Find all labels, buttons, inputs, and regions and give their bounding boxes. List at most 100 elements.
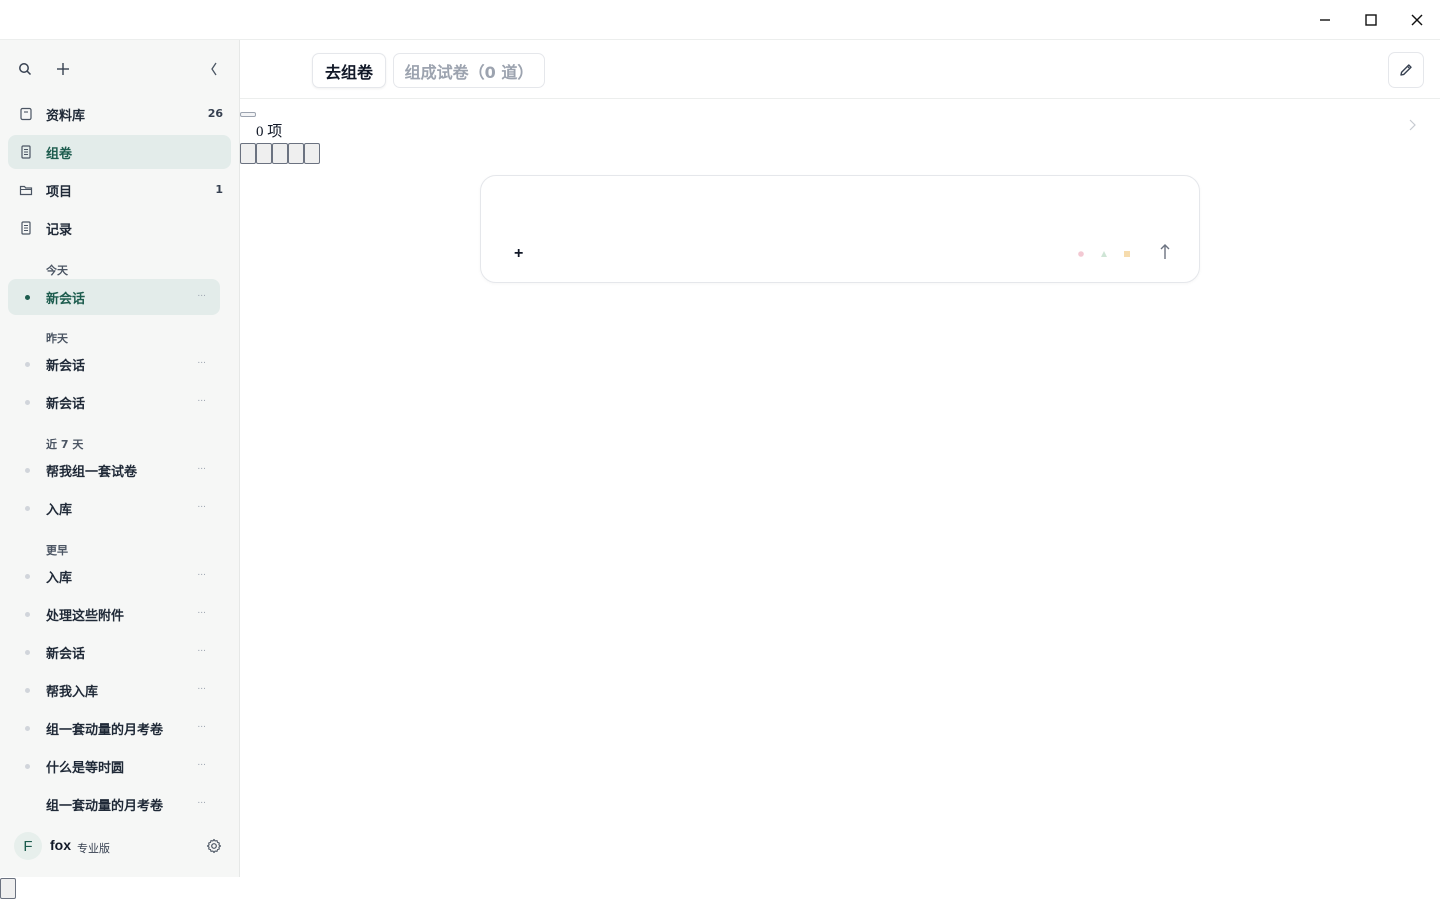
chat-composer[interactable]: +: [480, 175, 1200, 283]
group-label-today: 今天: [46, 264, 68, 277]
status-square-icon: [1124, 251, 1130, 257]
placeholder-button[interactable]: [304, 143, 320, 164]
edit-button[interactable]: [1388, 52, 1424, 88]
document-icon: [18, 220, 34, 236]
more-options-button[interactable]: ...: [197, 356, 206, 366]
chat-dot: [25, 295, 30, 300]
nav-item-records[interactable]: 记录: [8, 211, 231, 245]
minimize-button[interactable]: [1302, 0, 1348, 40]
user-panel[interactable]: F fox 专业版: [0, 822, 240, 868]
chat-label: 组一套动量的月考卷: [46, 799, 164, 814]
placeholder-button[interactable]: [288, 143, 304, 164]
gear-icon: [206, 838, 222, 854]
nav-count: 26: [207, 107, 223, 120]
chat-item[interactable]: 帮我组一套试卷 ...: [8, 452, 220, 488]
chat-dot: [25, 574, 30, 579]
chat-item[interactable]: 处理这些附件 ...: [8, 596, 220, 632]
close-icon: [1411, 14, 1423, 26]
chat-item[interactable]: 帮我入库 ...: [8, 672, 220, 708]
chat-item[interactable]: 入库 ...: [8, 558, 220, 594]
chevron-right-icon: [1409, 119, 1416, 131]
chat-label: 什么是等时圆: [46, 761, 125, 776]
placeholder-button[interactable]: [256, 143, 272, 164]
placeholder-buttons: [240, 143, 320, 164]
more-options-button[interactable]: ...: [197, 758, 206, 768]
library-icon: [18, 106, 34, 122]
collapse-sidebar-icon: [211, 62, 217, 76]
more-options-button[interactable]: ...: [197, 682, 206, 692]
status-triangle-icon: [1101, 251, 1107, 257]
sidebar-toolbar: [0, 40, 240, 96]
group-label-earlier: 更早: [46, 544, 68, 557]
tab-assembled-paper[interactable]: 组成试卷（0 道）: [393, 53, 545, 88]
nav-item-projects[interactable]: 项目 1: [8, 173, 231, 207]
nav-item-library[interactable]: 资料库 26: [8, 97, 231, 131]
document-icon: [18, 144, 34, 160]
chat-dot: [25, 468, 30, 473]
chat-label: 新会话: [46, 359, 86, 374]
chat-item[interactable]: 新会话 ...: [8, 634, 220, 670]
placeholder-button[interactable]: [240, 143, 256, 164]
collapse-panel-button[interactable]: [1404, 116, 1420, 134]
chat-dot: [25, 362, 30, 367]
settings-button[interactable]: [204, 836, 224, 856]
chat-item[interactable]: 新会话 ...: [8, 279, 220, 315]
more-options-button[interactable]: ...: [197, 568, 206, 578]
chat-item[interactable]: 什么是等时圆 ...: [8, 748, 220, 784]
more-options-button[interactable]: ...: [197, 394, 206, 404]
nav-count: 1: [215, 183, 223, 196]
maximize-button[interactable]: [1348, 0, 1394, 40]
chat-item[interactable]: 组一套动量的月考卷 ...: [8, 710, 220, 746]
more-options-button[interactable]: ...: [197, 462, 206, 472]
chat-dot: [25, 764, 30, 769]
chat-label: 新会话: [46, 647, 86, 662]
chat-label: 入库: [46, 503, 73, 518]
chat-item[interactable]: 组一套动量的月考卷 ...: [8, 786, 220, 816]
collapse-sidebar-button[interactable]: [203, 58, 225, 80]
placeholder-button[interactable]: [272, 143, 288, 164]
nav-item-compose-paper[interactable]: 组卷: [8, 135, 231, 169]
chat-dot: [25, 400, 30, 405]
more-options-button[interactable]: ...: [197, 500, 206, 510]
chat-label: 处理这些附件: [46, 609, 125, 624]
search-button[interactable]: [14, 58, 36, 80]
unstyled-button[interactable]: [240, 112, 256, 117]
sidebar: 资料库 26 组卷 项目 1 记录 今天 新会话 ... 昨天 新会话 ... …: [0, 40, 240, 877]
more-options-button[interactable]: ...: [197, 606, 206, 616]
chat-dot: [25, 612, 30, 617]
status-dot-icon: [1078, 251, 1084, 257]
nav-label: 项目: [46, 185, 73, 200]
arrow-up-icon: [1160, 244, 1170, 259]
chat-dot: [25, 688, 30, 693]
chat-item[interactable]: 新会话 ...: [8, 346, 220, 382]
nav-label: 记录: [46, 223, 73, 238]
send-button[interactable]: [1157, 242, 1173, 262]
main-header: 去组卷 组成试卷（0 道）: [240, 40, 1440, 99]
new-chat-button[interactable]: [52, 58, 74, 80]
close-button[interactable]: [1394, 0, 1440, 40]
more-options-button[interactable]: ...: [197, 644, 206, 654]
more-options-button[interactable]: ...: [197, 720, 206, 730]
avatar: F: [14, 832, 42, 860]
minimize-icon: [1320, 19, 1330, 21]
nav-label: 组卷: [46, 147, 73, 162]
chat-item[interactable]: 入库 ...: [8, 490, 220, 526]
item-count: 0 项: [256, 124, 283, 140]
folder-icon: [18, 182, 34, 198]
chat-dot: [25, 726, 30, 731]
placeholder-button[interactable]: [0, 878, 16, 899]
chat-label: 帮我组一套试卷: [46, 465, 138, 480]
more-options-button[interactable]: ...: [197, 796, 206, 806]
tab-compose[interactable]: 去组卷: [312, 53, 386, 88]
pencil-icon: [1400, 64, 1412, 76]
maximize-icon: [1365, 14, 1377, 26]
group-label-last-7-days: 近 7 天: [46, 438, 84, 451]
chat-dot: [25, 650, 30, 655]
group-label-yesterday: 昨天: [46, 332, 68, 345]
attach-button[interactable]: +: [514, 245, 523, 263]
username: fox: [50, 837, 71, 853]
chat-dot: [25, 506, 30, 511]
chat-item[interactable]: 新会话 ...: [8, 384, 220, 420]
chat-label: 入库: [46, 571, 73, 586]
more-options-button[interactable]: ...: [197, 289, 206, 299]
